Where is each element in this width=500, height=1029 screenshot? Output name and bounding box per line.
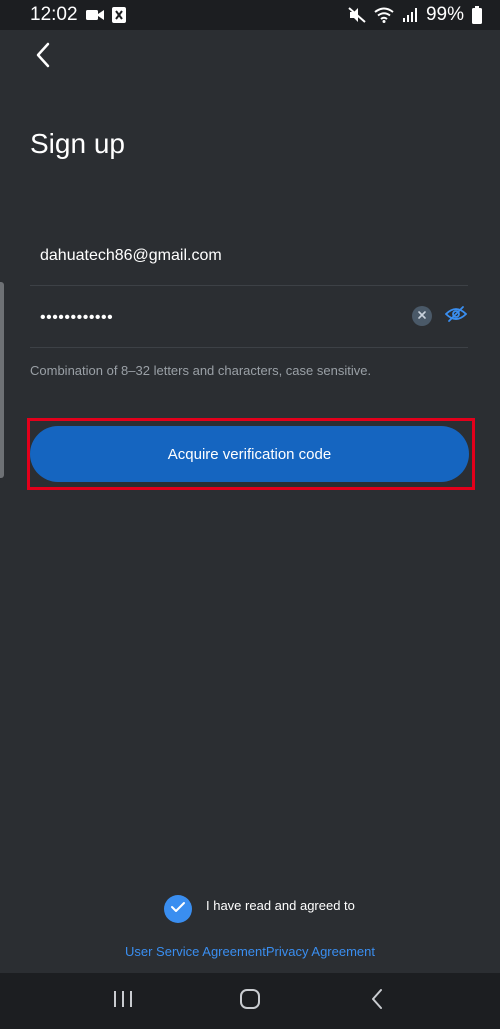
chevron-left-icon [35,42,51,73]
system-back-button[interactable] [352,981,402,1021]
acquire-verification-code-button[interactable]: Acquire verification code [30,426,469,482]
clear-password-button[interactable] [412,306,432,326]
recent-apps-button[interactable] [98,981,148,1021]
agreement-links: User Service AgreementPrivacy Agreement [0,944,500,959]
agreement-checkbox[interactable] [164,895,192,923]
agreement-text: I have read and agreed to [206,898,355,913]
system-nav-bar [0,973,500,1029]
signal-icon [402,7,418,23]
password-hint: Combination of 8–32 letters and characte… [30,363,372,378]
mute-icon [348,7,366,23]
home-button[interactable] [225,981,275,1021]
clock: 12:02 [30,4,78,25]
privacy-agreement-link[interactable]: Privacy Agreement [266,944,375,959]
back-button[interactable] [28,40,58,74]
password-field-row: •••••••••••• [30,288,468,348]
app-notification-icon [111,7,126,23]
eye-off-icon [444,305,468,328]
password-input[interactable]: •••••••••••• [30,309,113,327]
email-field-row [30,226,468,286]
battery-icon [472,6,482,24]
home-icon [239,988,261,1015]
back-icon [370,988,384,1015]
battery-level: 99% [425,4,464,25]
email-input[interactable] [30,246,370,265]
status-right: 99% [348,4,482,26]
page-title: Sign up [30,128,125,159]
wifi-icon [374,7,394,23]
toggle-visibility-button[interactable] [444,305,468,328]
password-actions [412,305,468,328]
video-camera-icon [85,9,104,21]
agreement-row: I have read and agreed to [164,895,355,923]
clear-icon [417,307,427,325]
recent-apps-icon [112,989,134,1014]
user-service-agreement-link[interactable]: User Service Agreement [125,944,266,959]
edge-panel-handle[interactable] [0,282,4,478]
status-bar: 12:02 99% [0,0,500,30]
status-left: 12:02 [30,4,126,26]
checkmark-icon [170,900,186,918]
